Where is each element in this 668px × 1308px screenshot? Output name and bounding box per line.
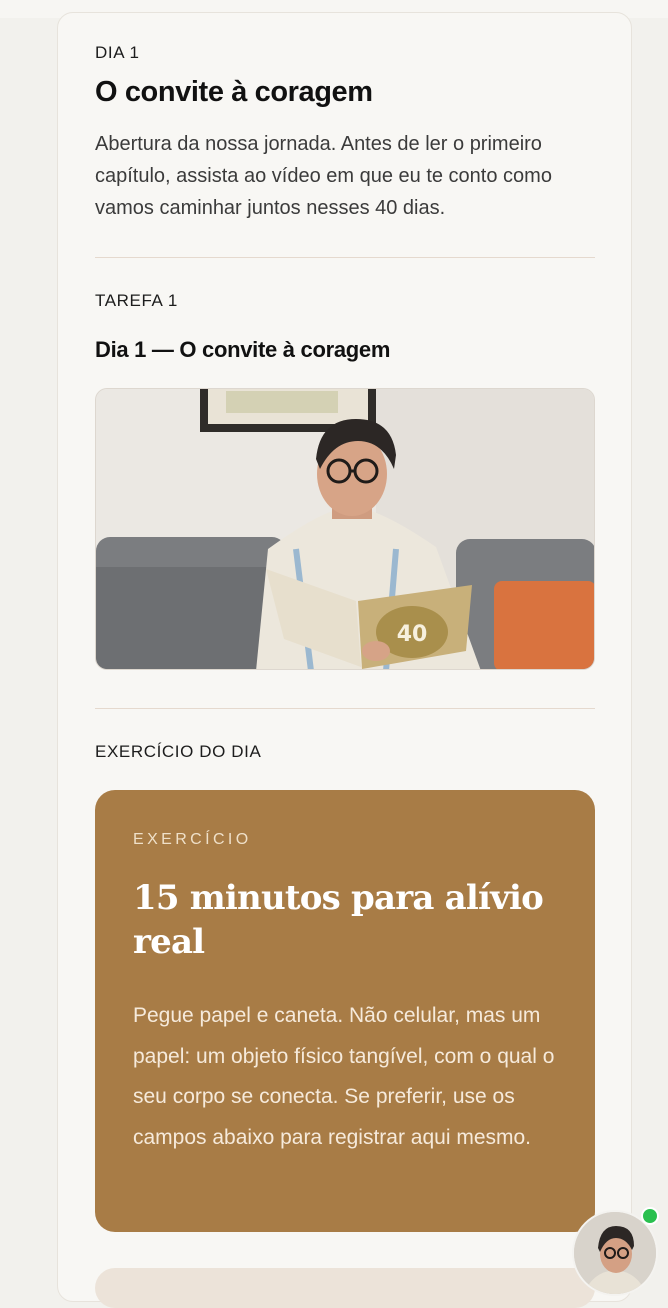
day-title: O convite à coragem — [95, 76, 373, 108]
book-number: 40 — [397, 622, 428, 647]
exercise-body: Pegue papel e caneta. Não celular, mas u… — [133, 1004, 555, 1149]
exercise-section-label: EXERCÍCIO DO DIA — [95, 742, 262, 761]
exercise-title: 15 minutos para alívio real — [133, 878, 544, 962]
task-title: Dia 1 — O convite à coragem — [95, 337, 391, 362]
orange-pillow — [494, 581, 594, 669]
divider — [95, 708, 595, 709]
online-status-icon — [641, 1207, 659, 1225]
video-thumbnail: 40 — [96, 389, 594, 669]
exercise-card: EXERCÍCIO 15 minutos para alívio real Pe… — [95, 790, 595, 1232]
day-label: DIA 1 — [95, 43, 140, 62]
task-label: TAREFA 1 — [95, 291, 178, 310]
next-card — [95, 1268, 595, 1308]
avatar — [574, 1212, 656, 1294]
video-player[interactable]: 40 — [95, 388, 595, 670]
day-intro: Abertura da nossa jornada. Antes de ler … — [95, 133, 552, 219]
divider — [95, 257, 595, 258]
exercise-kicker: EXERCÍCIO — [133, 831, 252, 848]
